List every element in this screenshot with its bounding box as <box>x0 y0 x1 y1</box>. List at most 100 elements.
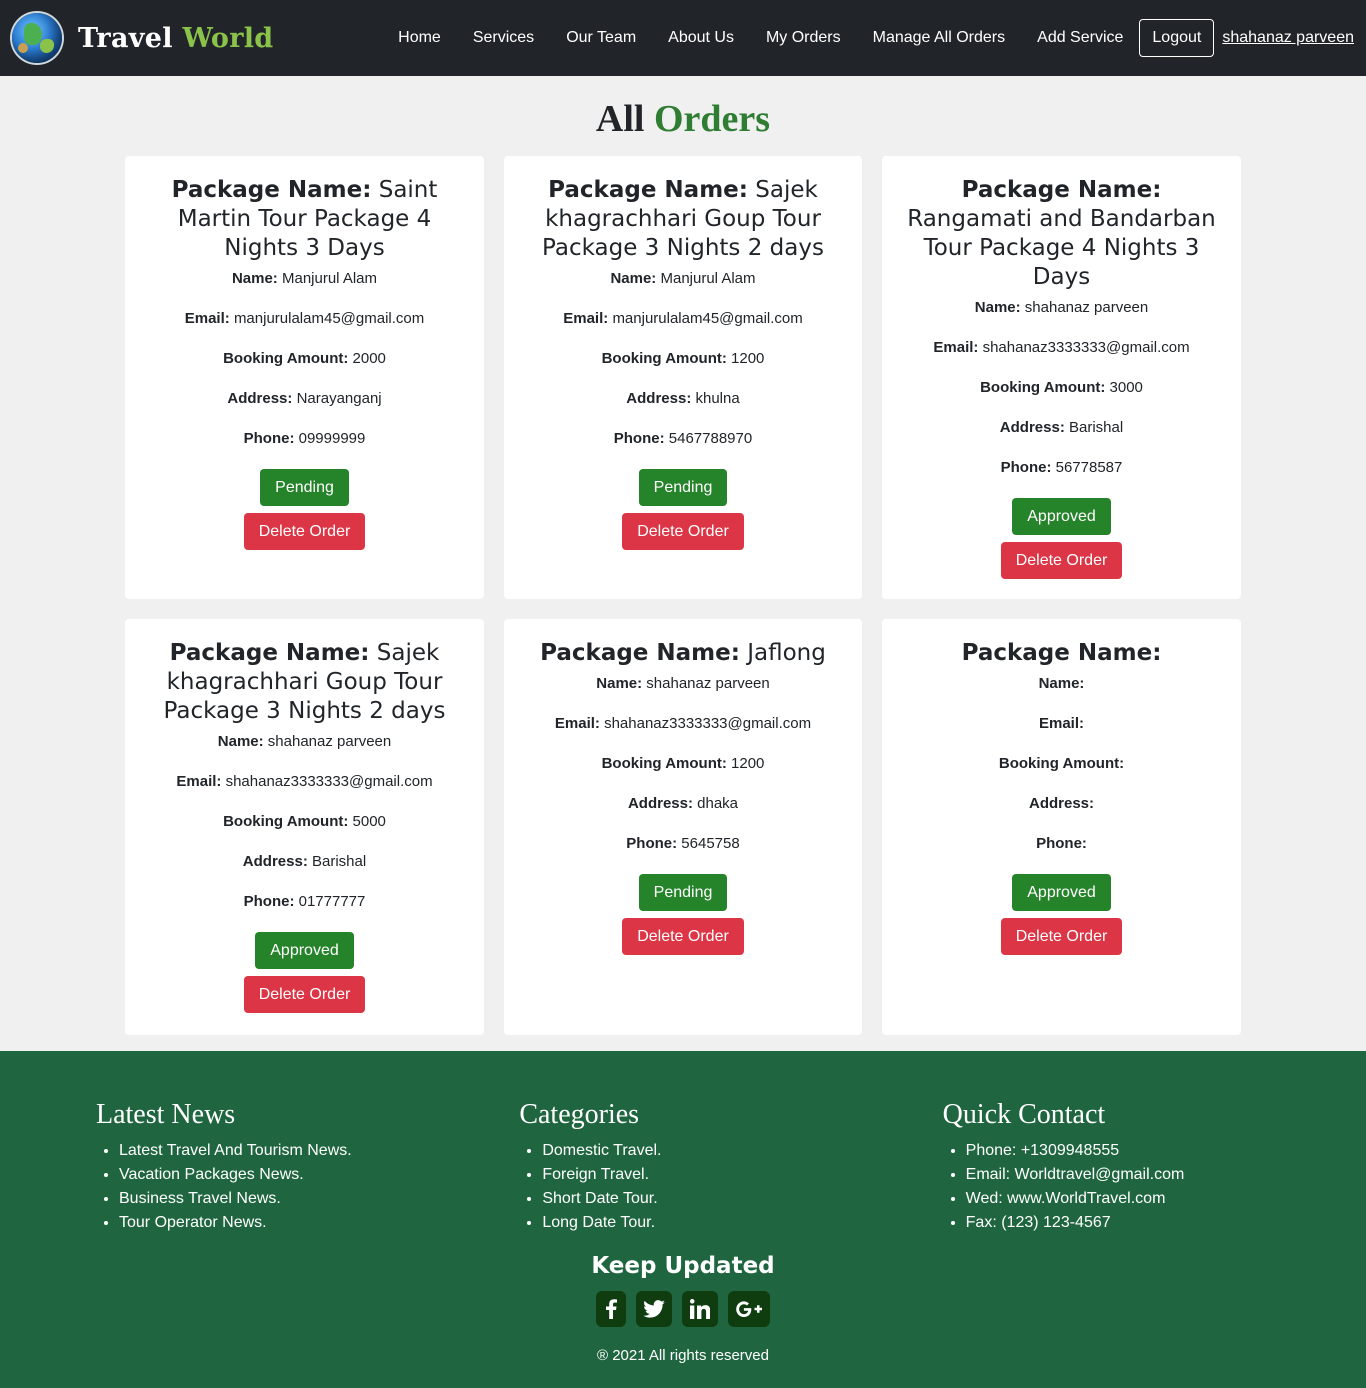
status-button[interactable]: Approved <box>255 932 354 969</box>
name-value: shahanaz parveen <box>646 675 770 692</box>
customer-email: Email: shahanaz3333333@gmail.com <box>898 338 1225 358</box>
customer-email: Email: shahanaz3333333@gmail.com <box>520 714 846 734</box>
customer-name: Name: shahanaz parveen <box>520 674 846 694</box>
email-label: Email: <box>176 773 222 790</box>
customer-phone: Phone: 5645758 <box>520 834 846 854</box>
address-label: Address: <box>1028 795 1095 812</box>
footer-contact-item: Email: Worldtravel@gmail.com <box>966 1163 1366 1187</box>
customer-phone: Phone: 5467788970 <box>520 429 846 449</box>
nav-my-orders[interactable]: My Orders <box>766 29 841 47</box>
name-value: Manjurul Alam <box>281 270 378 287</box>
name-label: Name: <box>596 675 643 692</box>
status-button[interactable]: Approved <box>1012 498 1111 535</box>
social-links <box>0 1291 1366 1327</box>
footer-latest-news-title: Latest News <box>96 1099 236 1130</box>
package-name: Package Name: <box>898 639 1225 668</box>
footer-contact-item: Fax: (123) 123-4567 <box>966 1211 1366 1235</box>
email-label: Email: <box>184 310 230 327</box>
page-title: All Orders <box>0 96 1366 142</box>
package-value: Rangamati and Bandarban Tour Package 4 N… <box>907 206 1216 290</box>
footer-news-item[interactable]: Business Travel News. <box>119 1187 519 1211</box>
delete-order-button[interactable]: Delete Order <box>622 918 744 955</box>
customer-phone: Phone: 09999999 <box>141 429 468 449</box>
footer-category-item[interactable]: Long Date Tour. <box>542 1211 942 1235</box>
delete-order-button[interactable]: Delete Order <box>1000 918 1123 955</box>
nav-manage-all-orders[interactable]: Manage All Orders <box>873 29 1006 47</box>
nav-home[interactable]: Home <box>398 29 441 47</box>
globe-icon <box>12 13 62 63</box>
customer-name: Name: Manjurul Alam <box>141 269 468 289</box>
footer-contact-item: Phone: +1309948555 <box>966 1139 1366 1163</box>
package-name: Package Name: Rangamati and Bandarban To… <box>898 176 1225 292</box>
customer-name: Name: shahanaz parveen <box>141 732 468 752</box>
phone-value: 5645758 <box>681 835 740 852</box>
customer-email: Email: manjurulalam45@gmail.com <box>520 309 846 329</box>
customer-phone: Phone: 56778587 <box>898 458 1225 478</box>
amount-label: Booking Amount: <box>223 813 349 830</box>
footer-contact-item: Wed: www.WorldTravel.com <box>966 1187 1366 1211</box>
footer-categories-title: Categories <box>519 1099 640 1130</box>
status-button[interactable]: Approved <box>1012 874 1111 911</box>
address-label: Address: <box>242 853 308 870</box>
delete-order-button[interactable]: Delete Order <box>243 513 366 550</box>
footer-news-item[interactable]: Vacation Packages News. <box>119 1163 519 1187</box>
twitter-icon[interactable] <box>636 1291 672 1327</box>
status-button[interactable]: Pending <box>638 469 728 506</box>
navbar: Travel World Home Services Our Team Abou… <box>0 0 1366 76</box>
package-name: Package Name: Sajek khagrachhari Goup To… <box>520 176 846 263</box>
name-label: Name: <box>1038 675 1085 692</box>
customer-email: Email: shahanaz3333333@gmail.com <box>141 772 468 792</box>
customer-address: Address: khulna <box>520 389 846 409</box>
phone-value: 56778587 <box>1055 459 1123 476</box>
order-card: Package Name: Name: Email: Booking Amoun… <box>882 619 1241 1035</box>
footer-columns: Latest News Latest Travel And Tourism Ne… <box>0 1099 1366 1235</box>
footer: Latest News Latest Travel And Tourism Ne… <box>0 1051 1366 1388</box>
google-plus-icon[interactable] <box>728 1291 770 1327</box>
order-card: Package Name: Saint Martin Tour Package … <box>125 156 484 599</box>
delete-order-button[interactable]: Delete Order <box>622 513 744 550</box>
brand-word-2: World <box>182 22 274 54</box>
email-value: manjurulalam45@gmail.com <box>233 310 425 327</box>
linkedin-icon[interactable] <box>682 1291 718 1327</box>
email-value: shahanaz3333333@gmail.com <box>225 773 433 790</box>
order-card: Package Name: Sajek khagrachhari Goup To… <box>125 619 484 1035</box>
brand[interactable]: Travel World <box>12 13 273 63</box>
package-label: Package Name: <box>540 640 740 666</box>
footer-news-item[interactable]: Latest Travel And Tourism News. <box>119 1139 519 1163</box>
email-label: Email: <box>554 715 600 732</box>
address-value: Barishal <box>312 853 367 870</box>
email-label: Email: <box>563 310 609 327</box>
footer-category-item[interactable]: Short Date Tour. <box>542 1187 942 1211</box>
order-card: Package Name: Jaflong Name: shahanaz par… <box>504 619 862 1035</box>
footer-category-item[interactable]: Foreign Travel. <box>542 1163 942 1187</box>
amount-value: 2000 <box>352 350 386 367</box>
package-label: Package Name: <box>169 640 370 666</box>
delete-order-button[interactable]: Delete Order <box>243 976 366 1013</box>
booking-amount: Booking Amount: <box>898 754 1225 774</box>
facebook-icon[interactable] <box>596 1291 626 1327</box>
footer-latest-news: Latest News Latest Travel And Tourism Ne… <box>96 1099 519 1235</box>
name-label: Name: <box>974 299 1021 316</box>
package-name: Package Name: Jaflong <box>520 639 846 668</box>
footer-category-item[interactable]: Domestic Travel. <box>542 1139 942 1163</box>
amount-label: Booking Amount: <box>601 755 727 772</box>
user-name-link[interactable]: shahanaz parveen <box>1222 29 1354 47</box>
package-label: Package Name: <box>961 177 1162 203</box>
keep-updated-title: Keep Updated <box>591 1253 775 1279</box>
footer-news-item[interactable]: Tour Operator News. <box>119 1211 519 1235</box>
delete-order-button[interactable]: Delete Order <box>1000 542 1123 579</box>
nav-add-service[interactable]: Add Service <box>1037 29 1123 47</box>
logout-button[interactable]: Logout <box>1139 19 1215 57</box>
nav-about-us[interactable]: About Us <box>668 29 734 47</box>
booking-amount: Booking Amount: 1200 <box>520 349 846 369</box>
nav-our-team[interactable]: Our Team <box>566 29 636 47</box>
status-button[interactable]: Pending <box>260 469 349 506</box>
package-label: Package Name: <box>171 177 372 203</box>
orders-grid: Package Name: Saint Martin Tour Package … <box>125 156 1241 1035</box>
email-label: Email: <box>933 339 979 356</box>
phone-label: Phone: <box>243 430 295 447</box>
amount-value: 5000 <box>352 813 386 830</box>
package-value: Jaflong <box>747 640 826 666</box>
nav-services[interactable]: Services <box>473 29 534 47</box>
status-button[interactable]: Pending <box>638 874 728 911</box>
